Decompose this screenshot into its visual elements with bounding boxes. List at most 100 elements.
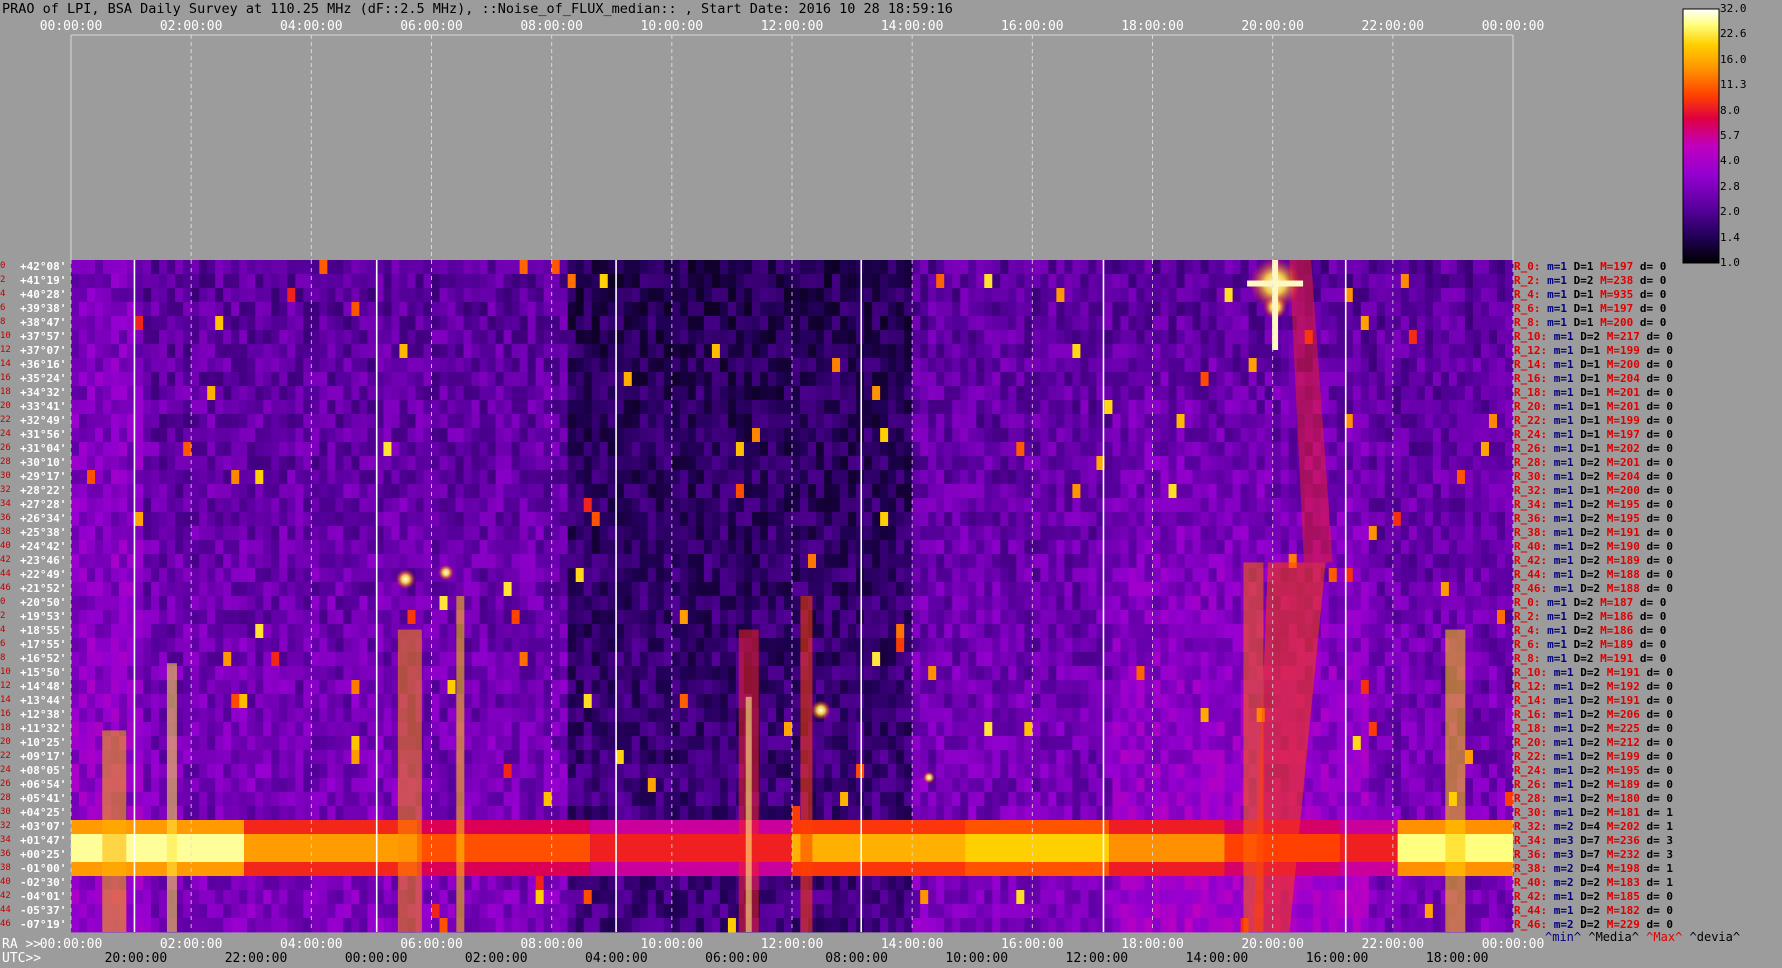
heatmap-cell [575,554,585,569]
heatmap-cell [1216,526,1225,541]
heatmap-cell [623,470,633,485]
heatmap-cell [503,288,513,303]
heatmap-cell [1496,484,1506,499]
heatmap-cell [1376,624,1386,639]
heatmap-cell [1184,274,1193,289]
heatmap-cell [423,540,432,555]
heatmap-cell [792,540,801,555]
heatmap-cell [984,442,993,457]
heatmap-cell [1360,330,1370,345]
heatmap-cell [1176,624,1185,639]
heatmap-cell [1416,624,1426,639]
heatmap-cell [1080,512,1089,527]
heatmap-cell [199,484,208,499]
heatmap-cell [551,498,561,513]
heatmap-cell [191,540,200,555]
heatmap-cell [1056,470,1065,485]
heatmap-cell [487,442,496,457]
heatmap-cell [687,554,697,569]
heatmap-cell [1272,400,1282,415]
heatmap-cell [936,274,945,289]
heatmap-cell [880,386,889,401]
heatmap-cell [231,526,240,541]
heatmap-cell [255,274,264,289]
heatmap-cell [559,456,569,471]
heatmap-cell [1056,540,1065,555]
heatmap-cell [1336,274,1346,289]
heatmap-cell [231,498,240,513]
heatmap-cell [1000,624,1009,639]
heatmap-cell [1128,288,1137,303]
heatmap-cell [1248,428,1258,443]
heatmap-cell [743,526,753,541]
heatmap-cell [207,414,216,429]
heatmap-cell [247,512,256,527]
heatmap-cell [1208,330,1217,345]
heatmap-cell [1432,526,1442,541]
heatmap-cell [775,512,785,527]
heatmap-cell [1384,554,1394,569]
heatmap-cell [767,470,777,485]
heatmap-cell [1080,330,1089,345]
heatmap-cell [535,344,545,359]
heatmap-cell [423,512,432,527]
heatmap-cell [872,344,881,359]
heatmap-cell [888,358,897,373]
heatmap-cell [960,526,969,541]
heatmap-cell [319,596,328,611]
heatmap-cell [199,582,208,597]
heatmap-cell [735,316,745,331]
heatmap-cell [1224,456,1234,471]
heatmap-cell [1056,568,1065,583]
heatmap-cell [239,372,248,387]
heatmap-cell [1048,540,1057,555]
heatmap-cell [848,288,857,303]
heatmap-cell [864,302,873,317]
heatmap-cell [151,302,160,317]
heatmap-cell [231,260,240,275]
heatmap-cell [191,400,200,415]
heatmap-cell [880,358,889,373]
heatmap-cell [287,554,296,569]
heatmap-cell [527,540,537,555]
heatmap-cell [1128,330,1137,345]
heatmap-cell [295,316,304,331]
heatmap-cell [1144,582,1153,597]
heatmap-cell [463,316,472,331]
heatmap-cell [936,596,945,611]
heatmap-cell [695,484,705,499]
heatmap-cell [1256,330,1266,345]
heatmap-cell [479,526,488,541]
heatmap-cell [1352,484,1362,499]
heatmap-cell [1192,288,1201,303]
heatmap-cell [1040,582,1049,597]
heatmap-cell [175,540,184,555]
heatmap-cell [295,260,304,275]
heatmap-cell [575,442,585,457]
heatmap-cell [1392,526,1402,541]
heatmap-cell [1024,358,1033,373]
heatmap-cell [527,372,537,387]
heatmap-cell [1416,316,1426,331]
heatmap-cell [711,372,721,387]
heatmap-cell [535,554,545,569]
heatmap-cell [1200,582,1209,597]
heatmap-cell [631,596,641,611]
heatmap-cell [976,624,985,639]
heatmap-cell [1072,386,1081,401]
heatmap-cell [279,372,288,387]
heatmap-cell [872,260,881,275]
heatmap-cell [1232,316,1242,331]
heatmap-cell [655,638,665,653]
heatmap-cell [287,442,296,457]
heatmap-cell [455,470,464,485]
heatmap-cell [976,386,985,401]
heatmap-cell [1424,302,1434,317]
heatmap-cell [1104,344,1113,359]
heatmap-cell [1128,316,1137,331]
heatmap-cell [167,568,176,583]
heatmap-cell [399,358,408,373]
heatmap-cell [1008,498,1017,513]
heatmap-cell [904,610,913,625]
heatmap-cell [1032,596,1041,611]
